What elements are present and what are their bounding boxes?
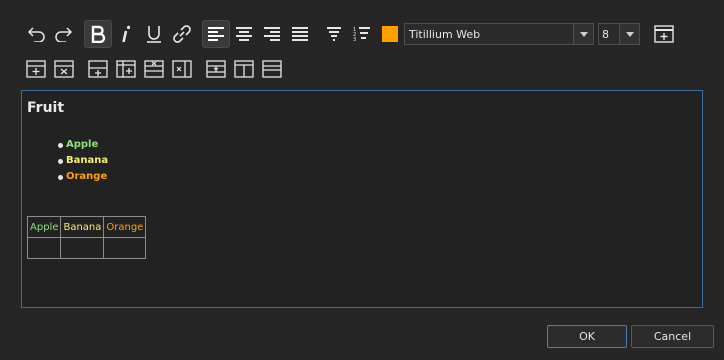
list-item: Apple (58, 137, 108, 153)
list-item: Banana (58, 153, 108, 169)
delete-cell-button[interactable] (171, 58, 193, 80)
bullet-dot (58, 142, 63, 148)
insert-table-icon (654, 25, 674, 43)
align-left-button[interactable] (202, 20, 230, 48)
ok-button[interactable]: OK (547, 325, 627, 348)
delete-column-icon (144, 60, 164, 78)
align-justify-button[interactable] (286, 20, 314, 48)
insert-row-above-icon (26, 60, 46, 78)
list-item: Orange (58, 169, 108, 185)
bullet-list-button[interactable] (320, 20, 348, 48)
align-left-icon (208, 27, 224, 41)
undo-button[interactable] (22, 20, 50, 48)
delete-row-button[interactable] (53, 58, 75, 80)
underline-button[interactable] (140, 20, 168, 48)
bullet-dot (58, 158, 63, 164)
insert-row-above-button[interactable] (25, 58, 47, 80)
svg-text:3: 3 (353, 37, 356, 43)
font-size-select[interactable]: 8 (598, 23, 640, 45)
table-cell[interactable] (103, 237, 147, 259)
delete-cell-icon (172, 60, 192, 78)
italic-icon (122, 25, 131, 43)
table-row: Apple Banana Orange (26, 216, 147, 238)
link-button[interactable] (168, 20, 196, 48)
table-row (26, 237, 147, 259)
insert-row-below-icon (88, 60, 108, 78)
numbered-list-button[interactable]: 123 (348, 20, 376, 48)
table-toolbar (25, 58, 289, 80)
split-row-icon (262, 60, 282, 78)
split-column-icon (234, 60, 254, 78)
list-item-text: Banana (66, 155, 109, 166)
bullet-list: Apple Banana Orange (58, 137, 108, 185)
merge-cells-icon (206, 60, 226, 78)
table-cell[interactable]: Banana (60, 216, 105, 238)
insert-table-button[interactable] (650, 20, 678, 48)
cancel-button[interactable]: Cancel (631, 325, 714, 348)
text-color-swatch[interactable] (382, 26, 398, 42)
redo-icon (55, 27, 73, 42)
delete-column-button[interactable] (143, 58, 165, 80)
insert-column-icon (116, 60, 136, 78)
insert-row-below-button[interactable] (87, 58, 109, 80)
align-center-icon (236, 27, 252, 41)
bold-button[interactable] (84, 20, 112, 48)
list-item-text: Orange (66, 171, 108, 182)
font-family-select[interactable]: Titillium Web (404, 23, 594, 45)
link-icon (173, 25, 191, 43)
delete-row-icon (54, 60, 74, 78)
chevron-down-icon (579, 31, 588, 37)
rich-text-editor[interactable]: Fruit Apple Banana Orange Apple Banana O… (21, 90, 703, 308)
bold-icon (91, 25, 106, 43)
font-family-dropdown-button[interactable] (573, 24, 593, 44)
merge-cells-button[interactable] (205, 58, 227, 80)
font-family-value: Titillium Web (409, 27, 481, 41)
italic-button[interactable] (112, 20, 140, 48)
table-cell[interactable]: Apple (26, 216, 62, 238)
align-right-button[interactable] (258, 20, 286, 48)
bullet-dot (58, 174, 63, 180)
table-cell[interactable] (60, 237, 105, 259)
underline-icon (147, 26, 161, 43)
fruit-table: Apple Banana Orange (26, 216, 147, 259)
redo-button[interactable] (50, 20, 78, 48)
align-justify-icon (292, 27, 308, 41)
list-item-text: Apple (66, 139, 99, 150)
font-size-dropdown-button[interactable] (619, 24, 639, 44)
align-center-button[interactable] (230, 20, 258, 48)
split-column-button[interactable] (233, 58, 255, 80)
chevron-down-icon (625, 31, 634, 37)
undo-icon (27, 27, 45, 42)
table-cell[interactable] (26, 237, 62, 259)
numbered-list-icon: 123 (353, 27, 370, 43)
formatting-toolbar: 123 Titillium Web 8 (22, 20, 678, 48)
split-row-button[interactable] (261, 58, 283, 80)
bullet-list-icon (327, 27, 341, 41)
table-cell[interactable]: Orange (103, 216, 147, 238)
document-heading: Fruit (27, 100, 65, 116)
insert-column-button[interactable] (115, 58, 137, 80)
align-right-icon (264, 27, 280, 41)
font-size-value: 8 (602, 27, 609, 41)
